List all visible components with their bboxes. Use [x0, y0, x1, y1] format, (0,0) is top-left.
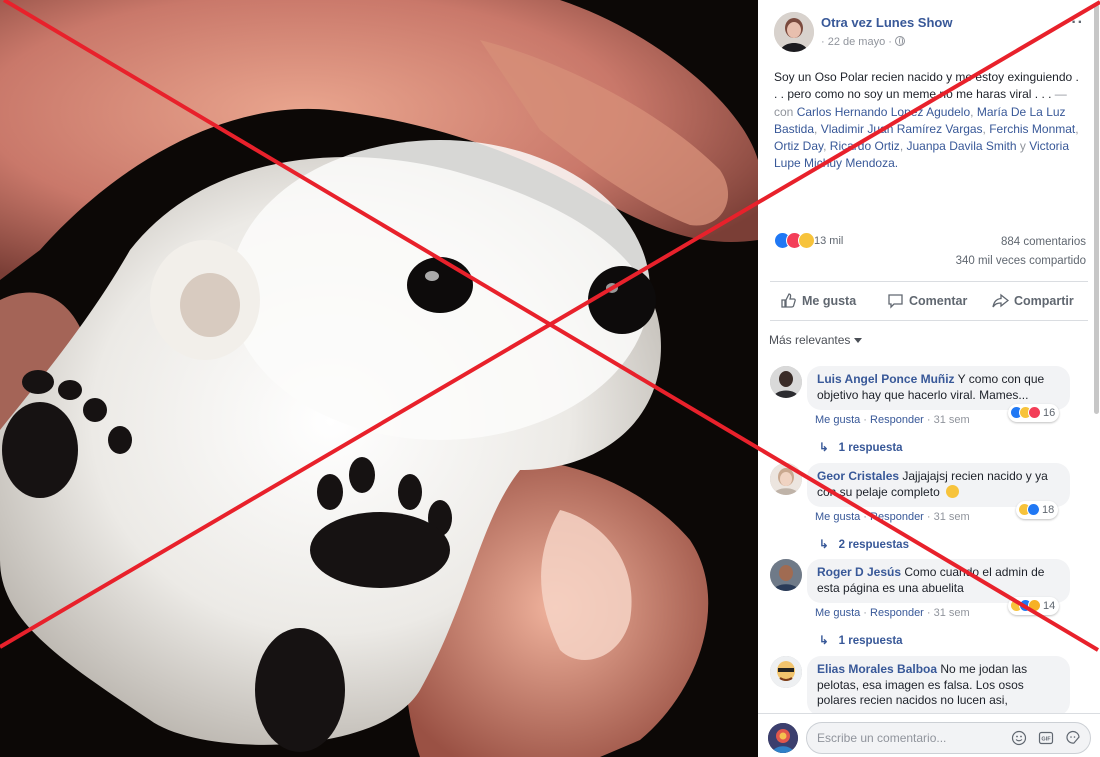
meta-separator: ·	[923, 511, 934, 523]
share-button[interactable]: Compartir	[992, 292, 1074, 309]
replies-count: 1 respuesta	[838, 442, 903, 454]
tag-link[interactable]: Vladimir Juan Ramírez Vargas	[821, 122, 983, 136]
tag-link[interactable]: Ricardo Ortiz	[830, 139, 900, 153]
sad-reaction-icon	[798, 232, 815, 249]
page-name[interactable]: Otra vez Lunes Show	[821, 15, 952, 30]
comment-reply-link[interactable]: Responder	[870, 414, 924, 426]
love-reaction-icon	[1028, 406, 1041, 420]
tag-link[interactable]: Ferchis Monmat	[989, 122, 1075, 136]
caret-down-icon	[854, 338, 863, 343]
emoji-icon[interactable]	[1011, 730, 1027, 746]
comment-meta: Me gusta · Responder · 31 sem	[815, 607, 970, 619]
comment-meta: Me gusta · Responder · 31 sem	[815, 511, 970, 523]
comment-reaction-count: 14	[1043, 599, 1056, 612]
comment-reply-link[interactable]: Responder	[870, 607, 924, 619]
comment-author[interactable]: Elias Morales Balboa	[817, 662, 937, 676]
polar-bear-photo	[0, 0, 758, 757]
comment-time[interactable]: 31 sem	[934, 511, 970, 523]
comment-meta: Me gusta · Responder · 31 sem	[815, 414, 970, 426]
view-replies-link[interactable]: ↳ 1 respuesta	[819, 440, 903, 454]
gif-icon[interactable]: GIF	[1038, 730, 1054, 746]
tag-and: y	[1016, 139, 1030, 154]
comment-bubble-icon	[888, 294, 903, 309]
more-options-button[interactable]: ···	[1065, 14, 1084, 32]
comment-button-label: Comentar	[909, 294, 968, 308]
reply-arrow-icon: ↳	[819, 442, 829, 454]
share-button-label: Compartir	[1014, 294, 1074, 308]
reactions-count[interactable]: 13 mil	[814, 235, 843, 247]
meta-separator: ·	[860, 607, 871, 619]
tag-link[interactable]: Juanpa Davila Smith	[906, 139, 1016, 153]
comment-reaction-count: 16	[1043, 406, 1056, 419]
sort-label: Más relevantes	[769, 333, 851, 347]
comment-reply-link[interactable]: Responder	[870, 511, 924, 523]
laughing-face-icon	[946, 484, 960, 498]
tag-end: .	[894, 156, 899, 171]
share-arrow-icon	[992, 293, 1010, 308]
tag-link[interactable]: Carlos Hernando Lopez Agudelo	[797, 105, 970, 119]
sticker-icon[interactable]	[1065, 730, 1081, 746]
comment-author[interactable]: Roger D Jesús	[817, 565, 901, 579]
tag-separator: ,	[814, 121, 821, 136]
comment-button[interactable]: Comentar	[887, 292, 967, 309]
globe-icon	[894, 36, 905, 46]
post-header: Otra vez Lunes Show · 22 de mayo · ···	[774, 12, 1084, 56]
comment-reaction-count: 18	[1042, 503, 1055, 516]
comment-author[interactable]: Geor Cristales	[817, 469, 899, 483]
comment-reactions[interactable]: 16	[1008, 404, 1060, 422]
comment-author[interactable]: Luis Angel Ponce Muñiz	[817, 372, 955, 386]
post-text: Soy un Oso Polar recien nacido y me esto…	[774, 69, 1084, 173]
comment-like-link[interactable]: Me gusta	[815, 511, 860, 523]
post-photo[interactable]	[0, 0, 758, 757]
post-date[interactable]: · 22 de mayo ·	[821, 36, 905, 48]
like-button-label: Me gusta	[802, 294, 857, 308]
reply-arrow-icon: ↳	[819, 539, 829, 551]
commenter-avatar[interactable]	[770, 559, 802, 591]
divider	[770, 320, 1088, 321]
post-actions: Me gusta Comentar Compartir	[770, 288, 1088, 314]
post-date-text[interactable]: · 22 de mayo ·	[821, 36, 892, 48]
commenter-avatar[interactable]	[770, 656, 802, 688]
comment-bubble: Elias Morales Balboa No me jodan las pel…	[807, 656, 1070, 716]
svg-text:GIF: GIF	[1041, 737, 1051, 743]
view-replies-link[interactable]: ↳ 2 respuestas	[819, 537, 909, 551]
comment-composer: GIF	[758, 713, 1100, 757]
divider	[770, 281, 1088, 282]
meta-separator: ·	[923, 414, 934, 426]
commenter-avatar[interactable]	[770, 366, 802, 398]
comments-count[interactable]: 884 comentarios	[1001, 236, 1086, 248]
tag-link[interactable]: Ortiz Day	[774, 139, 823, 153]
replies-count: 2 respuestas	[838, 539, 909, 551]
comment-sort-dropdown[interactable]: Más relevantes	[769, 333, 863, 347]
tag-separator: ,	[970, 104, 977, 119]
thumbs-up-icon	[781, 293, 796, 308]
post-body: Soy un Oso Polar recien nacido y me esto…	[774, 70, 1079, 102]
comment-like-link[interactable]: Me gusta	[815, 414, 860, 426]
shares-count[interactable]: 340 mil veces compartido	[956, 255, 1086, 267]
like-button[interactable]: Me gusta	[780, 292, 856, 309]
current-user-avatar[interactable]	[768, 723, 798, 753]
meta-separator: ·	[923, 607, 934, 619]
reactions-summary: 13 mil 884 comentarios	[774, 232, 1086, 252]
comment-time[interactable]: 31 sem	[934, 607, 970, 619]
like-reaction-icon	[1027, 503, 1040, 517]
wow-reaction-icon	[1028, 599, 1041, 613]
comment-reactions[interactable]: 18	[1016, 501, 1059, 519]
page-avatar[interactable]	[774, 12, 814, 52]
reply-arrow-icon: ↳	[819, 635, 829, 647]
tag-separator: ,	[1075, 121, 1079, 136]
tag-separator: ,	[823, 139, 830, 154]
comment-reactions[interactable]: 14	[1008, 597, 1060, 615]
commenter-avatar[interactable]	[770, 463, 802, 495]
meta-separator: ·	[860, 511, 871, 523]
comment-like-link[interactable]: Me gusta	[815, 607, 860, 619]
post-side-panel: Otra vez Lunes Show · 22 de mayo · ··· S…	[758, 0, 1100, 757]
scrollbar[interactable]	[1094, 4, 1099, 414]
meta-separator: ·	[860, 414, 871, 426]
replies-count: 1 respuesta	[838, 635, 903, 647]
view-replies-link[interactable]: ↳ 1 respuesta	[819, 633, 903, 647]
comment-time[interactable]: 31 sem	[934, 414, 970, 426]
